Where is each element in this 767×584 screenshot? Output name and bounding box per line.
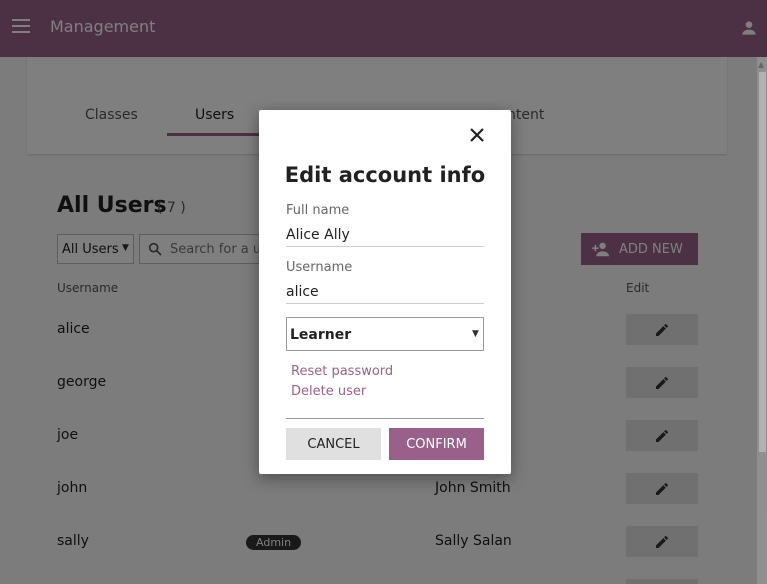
username-label: Username: [286, 260, 353, 275]
scrollbar-thumb[interactable]: [759, 72, 766, 452]
username-input[interactable]: [286, 280, 484, 304]
scroll-up-arrow-icon[interactable]: ▲: [758, 60, 764, 69]
full-name-label: Full name: [286, 203, 350, 218]
full-name-input[interactable]: [286, 223, 484, 247]
delete-user-link[interactable]: Delete user: [291, 384, 366, 399]
reset-password-link[interactable]: Reset password: [291, 364, 393, 379]
role-select[interactable]: Learner: [286, 317, 484, 351]
cancel-button[interactable]: CANCEL: [286, 428, 381, 460]
dropdown-arrow-icon: ▼: [472, 329, 479, 339]
dialog-title: Edit account info: [284, 163, 486, 187]
confirm-button[interactable]: CONFIRM: [389, 428, 484, 460]
divider: [286, 418, 484, 419]
edit-account-dialog: Edit account info Full name Username Lea…: [259, 110, 511, 474]
close-icon[interactable]: [467, 125, 487, 145]
